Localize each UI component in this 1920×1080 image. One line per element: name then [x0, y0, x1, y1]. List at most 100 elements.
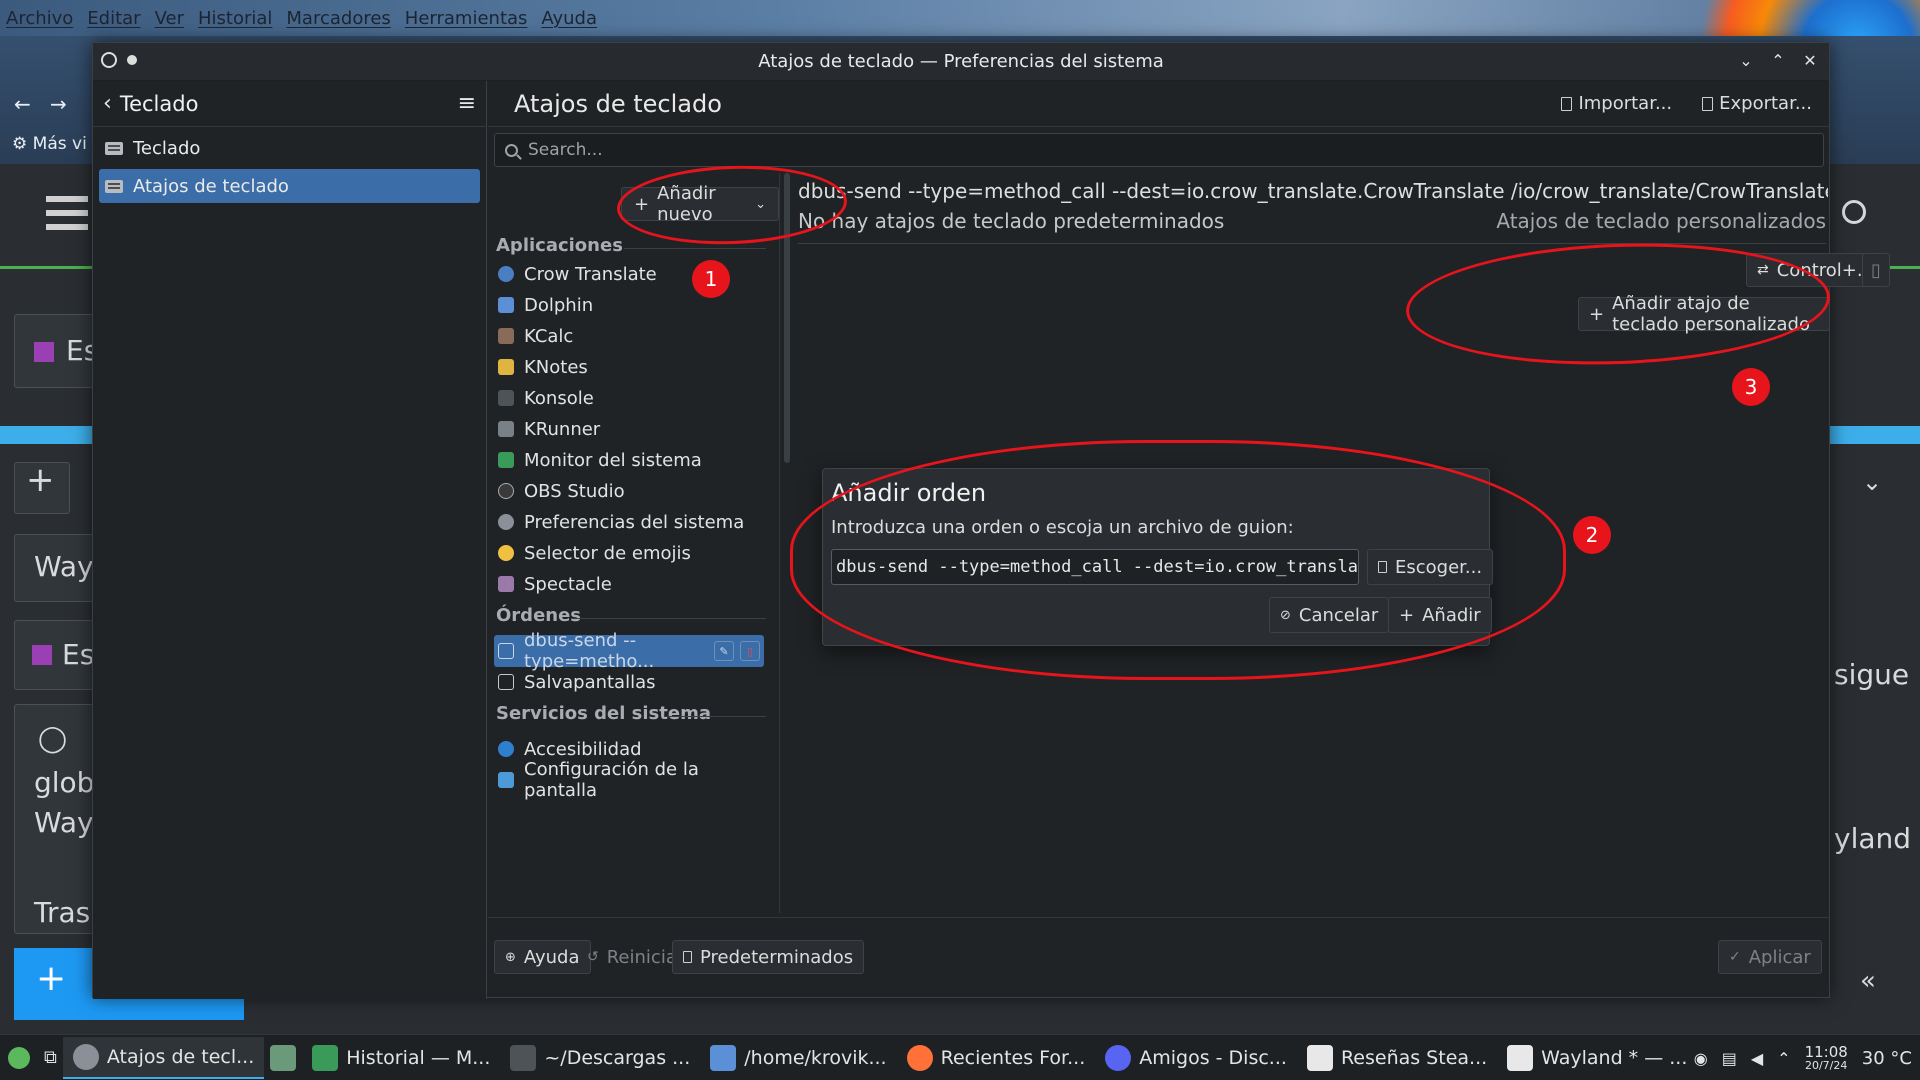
task-resenas[interactable]: Reseñas Stea...: [1297, 1037, 1497, 1079]
bg-text: sigue: [1834, 658, 1910, 691]
task-label: Recientes For...: [940, 1046, 1086, 1069]
list-item-dbus-send[interactable]: dbus-send --type=metho... ✎ ▯: [494, 630, 764, 672]
bg-text: Way: [34, 550, 94, 583]
help-label: Ayuda: [523, 946, 580, 968]
volume-icon[interactable]: ◀: [1751, 1049, 1763, 1068]
list-item-label: OBS Studio: [524, 480, 625, 502]
bg-plus-icon[interactable]: +: [26, 460, 55, 500]
crow-translate-icon: [498, 266, 514, 282]
forward-arrow-icon[interactable]: →: [50, 92, 67, 116]
clock-time: 11:08: [1804, 1042, 1848, 1061]
list-item[interactable]: OBS Studio: [494, 476, 764, 506]
window-title: Atajos de teclado — Preferencias del sis…: [758, 51, 1164, 72]
close-icon[interactable]: ✕: [1801, 51, 1819, 70]
window-titlebar[interactable]: Atajos de teclado — Preferencias del sis…: [93, 43, 1829, 81]
display-config-icon: [498, 772, 514, 788]
app-launcher-button[interactable]: [0, 1037, 38, 1079]
annotation-number-1: 1: [692, 260, 730, 298]
hamburger-icon[interactable]: [46, 196, 88, 202]
bg-plus-icon[interactable]: +: [36, 958, 66, 999]
list-item-label: dbus-send --type=metho...: [524, 630, 655, 672]
list-item-label: Preferencias del sistema: [524, 511, 745, 533]
menu-editar[interactable]: Editar: [87, 8, 140, 29]
task-wayland[interactable]: Wayland * — ...: [1497, 1037, 1697, 1079]
search-placeholder: Search...: [528, 140, 603, 160]
sidebar-item-teclado[interactable]: Teclado: [99, 131, 480, 165]
section-divider: [664, 716, 766, 717]
sidebar-title: Teclado: [119, 91, 199, 116]
list-item[interactable]: Salvapantallas: [494, 667, 764, 697]
list-item[interactable]: Preferencias del sistema: [494, 507, 764, 537]
emoji-selector-icon: [498, 545, 514, 561]
sidebar-item-atajos[interactable]: Atajos de teclado: [99, 169, 480, 203]
chevron-down-icon[interactable]: ⌄: [1862, 468, 1882, 496]
list-item[interactable]: KNotes: [494, 352, 764, 382]
export-button[interactable]: Exportar...: [1702, 93, 1812, 114]
launcher-icon: [8, 1046, 30, 1069]
apply-button[interactable]: ✓ Aplicar: [1718, 940, 1822, 974]
system-tray: ◉ ▤ ◀ ⌃ 11:08 20/7/24 30 °C: [1694, 1035, 1912, 1080]
weather-temp[interactable]: 30 °C: [1862, 1048, 1912, 1069]
task-label: Reseñas Stea...: [1340, 1046, 1488, 1069]
maximize-icon[interactable]: ⌃: [1769, 51, 1787, 70]
clock[interactable]: 11:08 20/7/24: [1805, 1044, 1848, 1073]
back-arrow-icon[interactable]: ←: [14, 92, 31, 116]
hamburger-menu-icon[interactable]: ≡: [458, 91, 476, 116]
clipboard-icon[interactable]: ▤: [1722, 1049, 1737, 1068]
double-chevron-left-icon[interactable]: «: [1860, 966, 1876, 996]
list-item[interactable]: Monitor del sistema: [494, 445, 764, 475]
page-search-icon[interactable]: [1842, 200, 1866, 224]
task-atajos[interactable]: Atajos de tecl...: [62, 1036, 265, 1079]
pin-icon[interactable]: [127, 55, 137, 65]
minimize-icon[interactable]: ⌄: [1737, 51, 1755, 70]
task-unnamed[interactable]: [264, 1037, 302, 1079]
defaults-button[interactable]: Predeterminados: [672, 940, 865, 974]
back-chevron-icon[interactable]: ‹: [103, 91, 112, 116]
list-item[interactable]: Selector de emojis: [494, 538, 764, 568]
bg-text: Tras: [34, 896, 91, 929]
dolphin-icon: [710, 1044, 737, 1071]
knotes-icon: [498, 359, 514, 375]
list-item-label: Configuración de la pantalla: [524, 759, 699, 801]
bookmark-mas-visitados[interactable]: ⚙ Más vi: [12, 134, 87, 154]
discord-tray-icon[interactable]: ◉: [1694, 1049, 1708, 1068]
list-item[interactable]: Dolphin: [494, 290, 764, 320]
remove-shortcut-button[interactable]: ▯: [1862, 253, 1890, 287]
expand-tray-icon[interactable]: ⌃: [1777, 1049, 1790, 1068]
list-item[interactable]: KRunner: [494, 414, 764, 444]
check-icon: ✓: [1729, 949, 1741, 965]
bg-swatch: [32, 645, 52, 665]
menu-archivo[interactable]: Archivo: [6, 8, 73, 29]
list-item[interactable]: Spectacle: [494, 569, 764, 599]
menu-historial[interactable]: Historial: [198, 8, 272, 29]
script-icon: [498, 643, 514, 659]
list-item[interactable]: KCalc: [494, 321, 764, 351]
sidebar: ‹ Teclado ≡ Teclado Atajos de teclado: [93, 81, 487, 999]
list-item[interactable]: Configuración de la pantalla: [494, 759, 764, 801]
section-ordenes: Órdenes: [496, 605, 582, 626]
annotation-number-3: 3: [1732, 368, 1770, 406]
export-label: Exportar...: [1719, 93, 1812, 114]
task-historial[interactable]: Historial — M...: [302, 1037, 500, 1079]
list-item[interactable]: Konsole: [494, 383, 764, 413]
edit-pencil-icon[interactable]: ✎: [714, 641, 734, 661]
search-input[interactable]: Search...: [494, 133, 1824, 167]
section-divider: [624, 248, 766, 249]
menu-ver[interactable]: Ver: [155, 8, 184, 29]
menu-ayuda[interactable]: Ayuda: [541, 8, 597, 29]
delete-trash-icon[interactable]: ▯: [740, 641, 760, 661]
list-item-label: KCalc: [524, 325, 574, 347]
annotation-number-2: 2: [1573, 516, 1611, 554]
menu-marcadores[interactable]: Marcadores: [286, 8, 390, 29]
task-home[interactable]: /home/krovik...: [700, 1037, 896, 1079]
menu-herramientas[interactable]: Herramientas: [405, 8, 528, 29]
task-descargas[interactable]: ~/Descargas ...: [500, 1037, 700, 1079]
section-servicios: Servicios del sistema: [496, 703, 711, 724]
import-button[interactable]: Importar...: [1561, 93, 1672, 114]
firefox-menubar: Archivo Editar Ver Historial Marcadores …: [0, 0, 1920, 36]
app-icon[interactable]: [101, 52, 117, 68]
task-recientes[interactable]: Recientes For...: [897, 1037, 1096, 1079]
pager-button[interactable]: ⧉: [38, 1037, 63, 1079]
list-item-label: Accesibilidad: [524, 738, 642, 760]
task-amigos[interactable]: Amigos - Disc...: [1095, 1037, 1297, 1079]
